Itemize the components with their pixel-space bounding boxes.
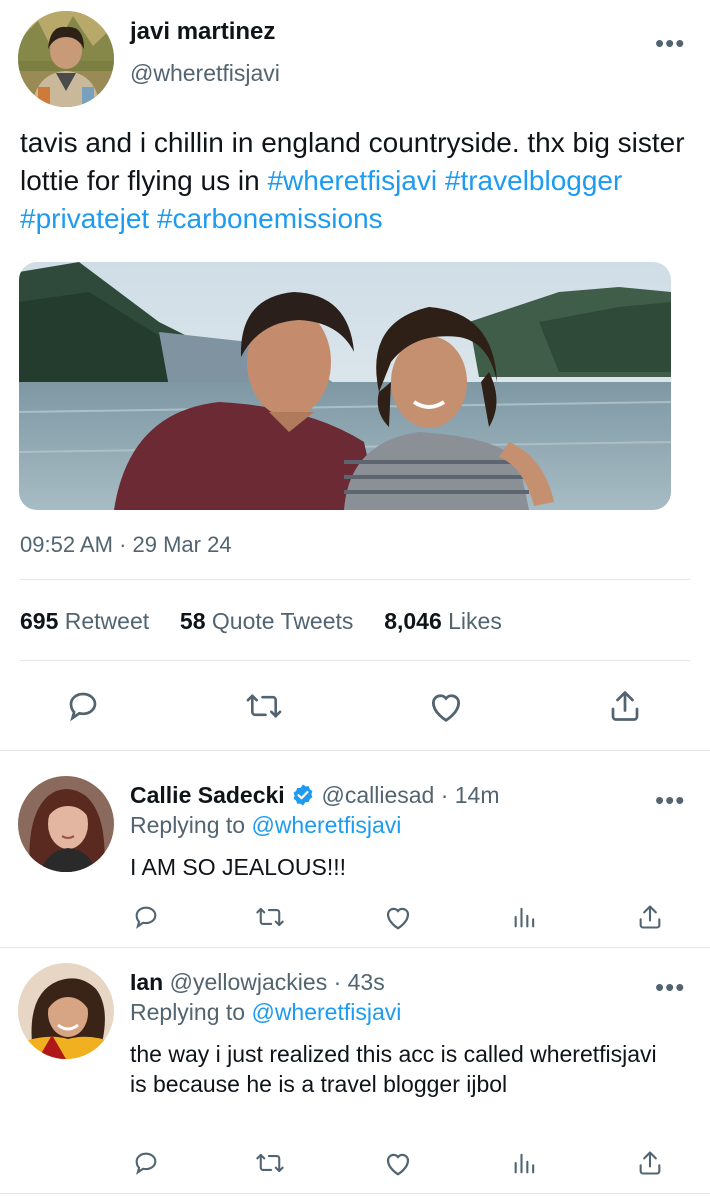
- retweet-icon[interactable]: [255, 1149, 285, 1177]
- divider: [0, 947, 710, 948]
- reply-author-name[interactable]: Callie Sadecki: [130, 782, 285, 808]
- hashtag-link[interactable]: #carbonemissions: [157, 203, 383, 234]
- main-author-avatar[interactable]: [18, 11, 114, 107]
- reply-text: I AM SO JEALOUS!!!: [130, 854, 347, 880]
- retweet-count: 695: [20, 608, 59, 634]
- reply-author-handle[interactable]: @calliesad: [321, 782, 434, 808]
- tweet-timestamp[interactable]: 09:52 AM · 29 Mar 24: [20, 532, 232, 558]
- more-options-icon[interactable]: •••: [655, 974, 685, 1000]
- like-icon[interactable]: [383, 1149, 413, 1177]
- verified-badge-icon: [291, 783, 315, 813]
- share-icon[interactable]: [636, 1149, 664, 1177]
- replying-to-label: Replying to: [130, 999, 246, 1025]
- reply-author-name[interactable]: Ian: [130, 969, 163, 995]
- reply-icon[interactable]: [65, 688, 101, 724]
- like-icon[interactable]: [383, 903, 413, 931]
- replying-to-handle[interactable]: @wheretfisjavi: [251, 812, 401, 838]
- retweet-icon[interactable]: [245, 688, 283, 724]
- quote-tweet-label: Quote Tweets: [211, 608, 354, 634]
- reply-icon[interactable]: [132, 1149, 160, 1177]
- quote-tweet-stat[interactable]: 58 Quote Tweets: [180, 608, 360, 634]
- analytics-icon[interactable]: [511, 903, 539, 931]
- more-options-icon[interactable]: •••: [655, 787, 685, 813]
- retweet-label: Retweet: [64, 608, 150, 634]
- reply-header: Ian @yellowjackies · 43s: [130, 969, 385, 996]
- main-author-name[interactable]: javi martinez: [130, 18, 275, 46]
- retweet-icon[interactable]: [255, 903, 285, 931]
- reply-icon[interactable]: [132, 903, 160, 931]
- quote-tweet-count: 58: [179, 608, 206, 634]
- likes-stat[interactable]: 8,046 Likes: [384, 608, 502, 634]
- replying-to-label: Replying to: [130, 812, 246, 838]
- analytics-icon[interactable]: [511, 1149, 539, 1177]
- like-icon[interactable]: [427, 688, 465, 724]
- tweet-stats: 695 Retweet 58 Quote Tweets 8,046 Likes: [20, 608, 502, 635]
- divider: [20, 660, 690, 661]
- divider: [0, 750, 710, 751]
- reply-text: the way i just realized this acc is call…: [130, 1041, 657, 1097]
- reply-avatar[interactable]: [18, 776, 114, 872]
- reply-avatar[interactable]: [18, 963, 114, 1059]
- reply-author-handle[interactable]: @yellowjackies: [170, 969, 328, 995]
- hashtag-link[interactable]: #privatejet: [20, 203, 149, 234]
- divider: [20, 579, 690, 580]
- hashtag-link[interactable]: #travelblogger: [445, 165, 622, 196]
- replying-to-handle[interactable]: @wheretfisjavi: [251, 999, 401, 1025]
- divider: [0, 1193, 710, 1194]
- hashtag-link[interactable]: #wheretfisjavi: [267, 165, 437, 196]
- share-icon[interactable]: [636, 903, 664, 931]
- main-tweet-text: tavis and i chillin in england countrysi…: [20, 124, 690, 238]
- main-author-handle[interactable]: @wheretfisjavi: [130, 60, 280, 87]
- replying-to: Replying to @wheretfisjavi: [130, 999, 401, 1026]
- reply-header: Callie Sadecki @calliesad · 14m: [130, 782, 500, 813]
- tweet-photo[interactable]: [19, 262, 671, 510]
- retweet-stat[interactable]: 695 Retweet: [20, 608, 156, 634]
- reply-time[interactable]: · 14m: [441, 782, 500, 808]
- reply-time[interactable]: · 43s: [334, 969, 385, 995]
- more-options-icon[interactable]: •••: [655, 30, 685, 56]
- likes-count: 8,046: [384, 608, 442, 634]
- share-icon[interactable]: [607, 688, 643, 724]
- replying-to: Replying to @wheretfisjavi: [130, 812, 401, 839]
- likes-label: Likes: [448, 608, 502, 634]
